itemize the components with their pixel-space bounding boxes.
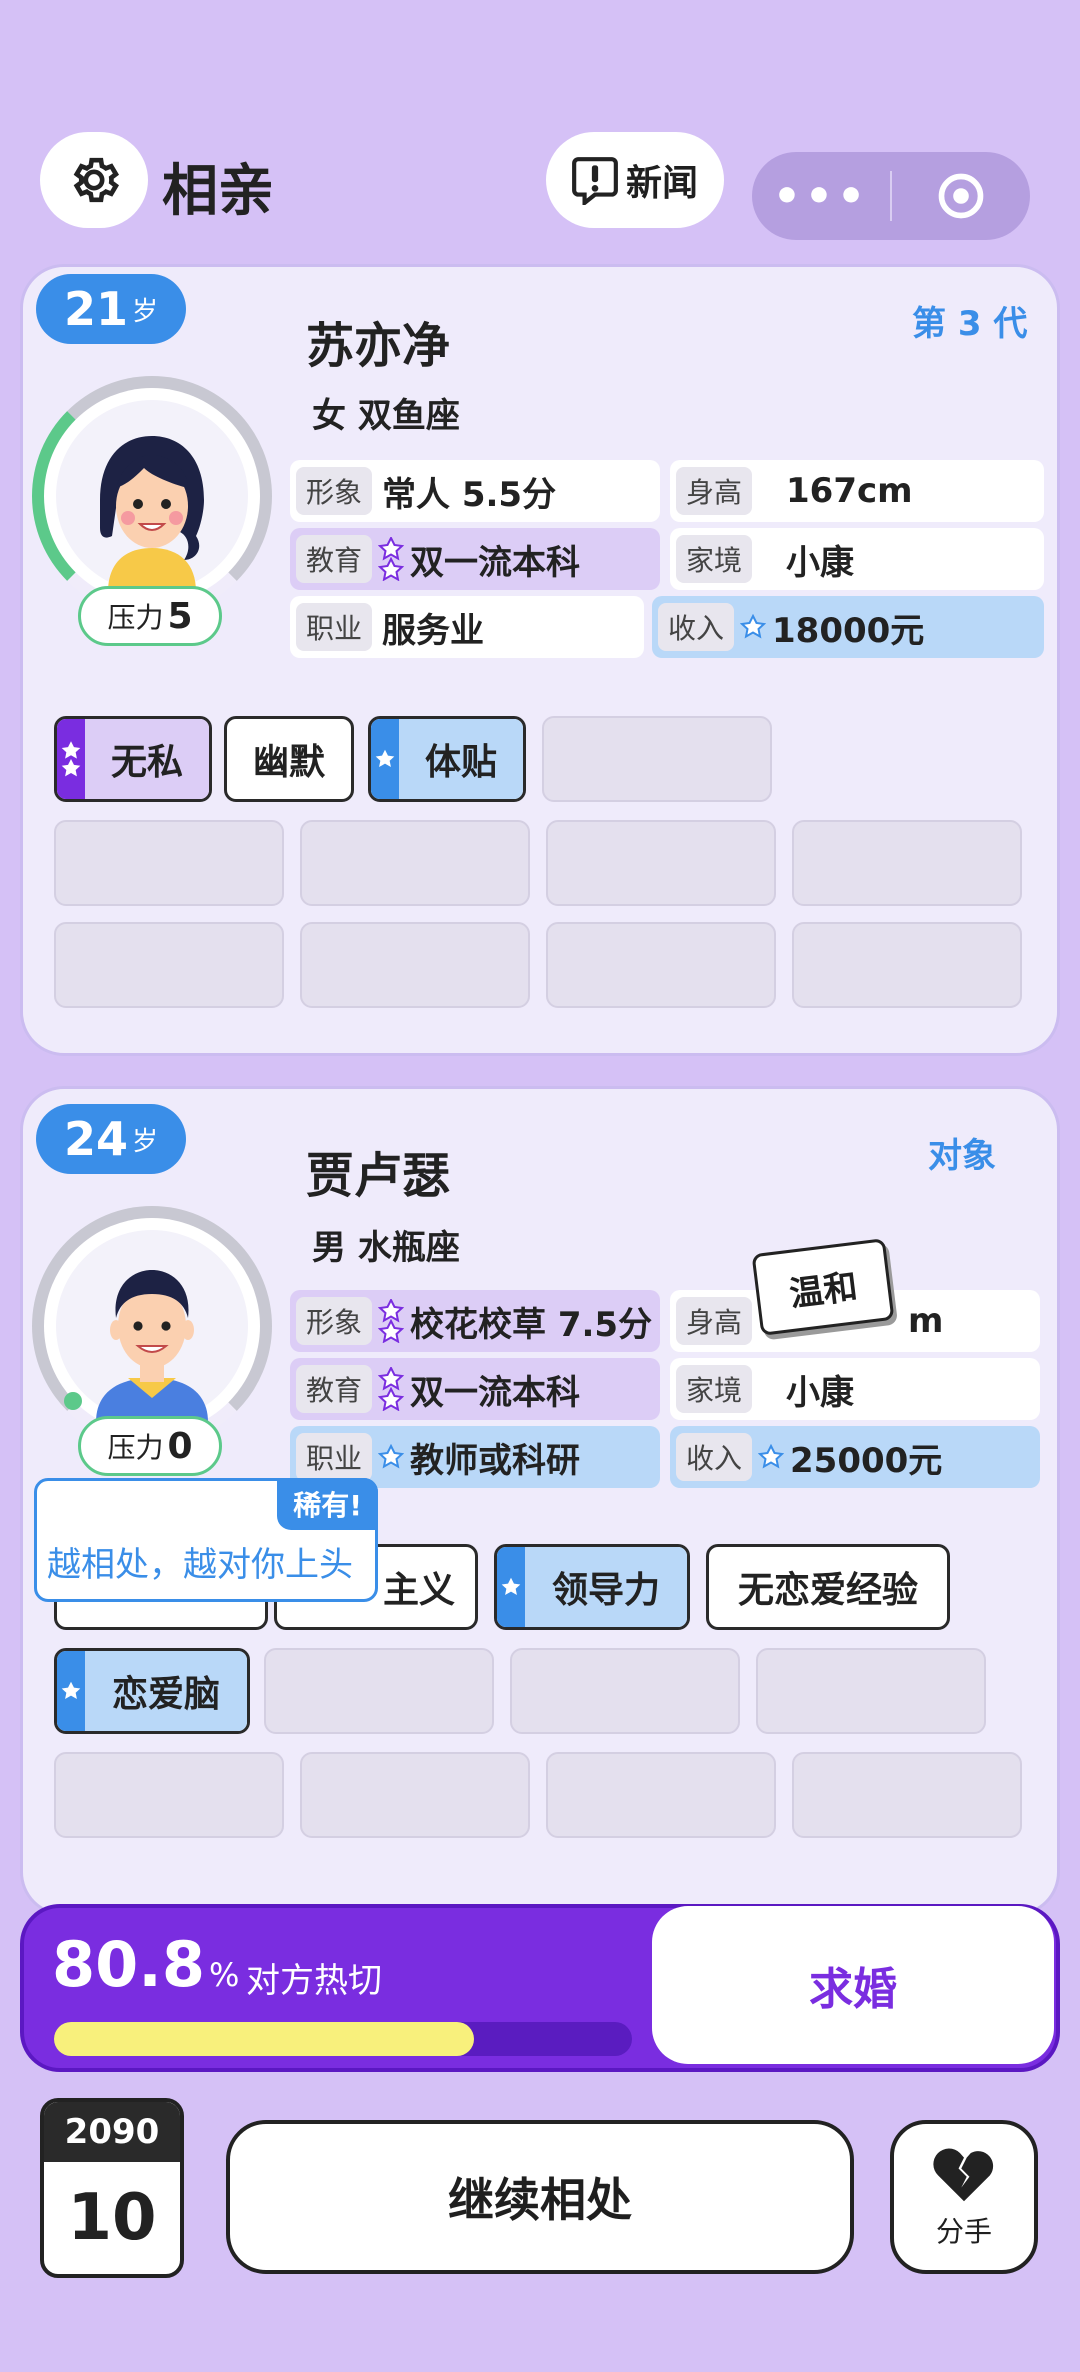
partner-name: 贾卢瑟 — [306, 1148, 451, 1204]
breakup-button[interactable]: 分手 — [890, 2120, 1038, 2274]
empty-tag-slot — [756, 1648, 986, 1734]
trait-tag[interactable]: 恋爱脑 — [54, 1648, 250, 1734]
breakup-label: 分手 — [935, 2215, 992, 2248]
target-icon — [938, 173, 984, 219]
stat-education: 教育 双一流本科 — [290, 1358, 660, 1420]
empty-tag-slot — [300, 922, 530, 1008]
trait-tag[interactable]: 体贴 — [368, 716, 526, 802]
broken-heart-icon — [933, 2148, 994, 2202]
trait-tag[interactable]: 领导力 — [494, 1544, 690, 1630]
star-icon — [758, 1444, 784, 1470]
calendar: 2090 10 — [40, 2098, 184, 2278]
player-pressure: 压力 5 — [78, 586, 222, 646]
trait-tag[interactable]: 无恋爱经验 — [706, 1544, 950, 1630]
star-icon — [57, 1651, 85, 1731]
player-gender-sign: 女 双鱼座 — [312, 396, 460, 436]
player-avatar[interactable] — [32, 376, 272, 616]
empty-tag-slot — [54, 922, 284, 1008]
double-star-icon — [57, 719, 85, 799]
stat-appearance: 形象 常人 5.5分 — [290, 460, 660, 522]
partner-avatar[interactable] — [32, 1206, 272, 1446]
empty-tag-slot — [792, 1752, 1022, 1838]
pressure-dot — [64, 1392, 82, 1410]
star-icon — [378, 1444, 404, 1470]
double-star-icon — [378, 537, 404, 581]
partner-gender-sign: 男 水瓶座 — [312, 1228, 460, 1268]
stat-income: 收入 25000元 — [670, 1426, 1040, 1488]
affinity-bar-fill — [54, 2022, 474, 2056]
stat-height: 身高 167cm — [670, 460, 1044, 522]
continue-button[interactable]: 继续相处 — [226, 2120, 854, 2274]
empty-tag-slot — [546, 820, 776, 906]
close-button[interactable] — [892, 170, 1030, 222]
affinity-label: 对方热切 — [246, 1961, 382, 2001]
affinity-value: 80.8% — [52, 1928, 240, 2001]
propose-button[interactable]: 求婚 — [652, 1906, 1054, 2064]
rare-badge: 稀有! — [277, 1478, 378, 1530]
stat-education: 教育 双一流本科 — [290, 528, 660, 590]
empty-tag-slot — [542, 716, 772, 802]
trait-tag[interactable]: 幽默 — [224, 716, 354, 802]
news-button[interactable]: 新闻 — [546, 132, 724, 228]
stat-family: 家境 小康 — [670, 528, 1044, 590]
star-icon — [371, 719, 399, 799]
more-menu-button[interactable]: ••• — [752, 171, 890, 222]
floating-trait-tag[interactable]: 温和 — [751, 1238, 895, 1336]
female-avatar-icon — [56, 400, 248, 592]
calendar-year: 2090 — [44, 2102, 180, 2162]
empty-tag-slot — [792, 922, 1022, 1008]
trait-tag[interactable]: 无私 — [54, 716, 212, 802]
empty-tag-slot — [792, 820, 1022, 906]
empty-tag-slot — [300, 820, 530, 906]
male-avatar-icon — [56, 1230, 248, 1422]
gear-icon — [73, 157, 120, 203]
tooltip-text: 越相处，越对你上头 — [47, 1545, 353, 1585]
empty-tag-slot — [546, 1752, 776, 1838]
stat-occupation: 职业 服务业 — [290, 596, 644, 658]
star-icon — [740, 614, 766, 640]
star-icon — [497, 1547, 525, 1627]
settings-button[interactable] — [40, 132, 148, 228]
partner-pressure: 压力 0 — [78, 1416, 222, 1476]
news-label: 新闻 — [625, 163, 698, 204]
player-age-badge: 21 岁 — [36, 274, 186, 344]
calendar-day: 10 — [67, 2181, 157, 2255]
stat-family: 家境 小康 — [670, 1358, 1040, 1420]
trait-tooltip: 稀有! 越相处，越对你上头 — [34, 1478, 378, 1602]
empty-tag-slot — [546, 922, 776, 1008]
page-title: 相亲 — [162, 159, 274, 224]
partner-age-badge: 24 岁 — [36, 1104, 186, 1174]
double-star-icon — [378, 1367, 404, 1411]
empty-tag-slot — [54, 1752, 284, 1838]
partner-role-label: 对象 — [928, 1136, 996, 1176]
stat-income: 收入 18000元 — [652, 596, 1044, 658]
empty-tag-slot — [510, 1648, 740, 1734]
stat-appearance: 形象 校花校草 7.5分 — [290, 1290, 660, 1352]
generation-label: 第 3 代 — [912, 304, 1028, 344]
empty-tag-slot — [264, 1648, 494, 1734]
player-name: 苏亦净 — [306, 318, 451, 374]
double-star-icon — [378, 1299, 404, 1343]
empty-tag-slot — [54, 820, 284, 906]
miniprogram-capsule: ••• — [752, 152, 1030, 240]
empty-tag-slot — [300, 1752, 530, 1838]
alert-icon — [572, 157, 618, 205]
